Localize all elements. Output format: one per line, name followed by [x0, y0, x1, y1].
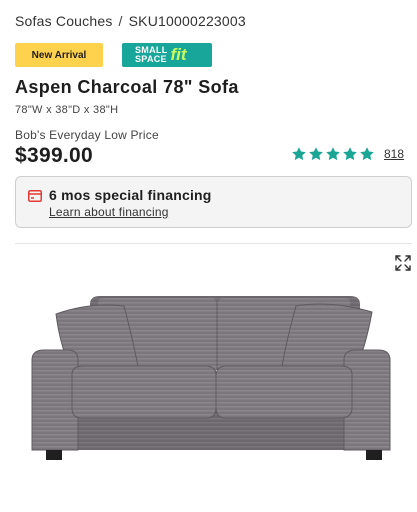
breadcrumb: Sofas Couches / SKU10000223003 [15, 13, 246, 29]
financing-banner: 6 mos special financing Learn about fina… [15, 176, 412, 228]
credit-card-icon [28, 190, 42, 202]
financing-title: 6 mos special financing [49, 187, 212, 203]
product-title: Aspen Charcoal 78" Sofa [15, 77, 239, 97]
star-rating [291, 146, 375, 162]
price-label: Bob's Everyday Low Price [15, 128, 159, 142]
small-space-words: SMALL SPACE [135, 46, 168, 64]
review-count-link[interactable]: 818 [384, 147, 404, 161]
small-space-fit-word: fit [170, 45, 187, 64]
small-space-line2: SPACE [135, 54, 167, 64]
product-dimensions: 78"W x 38"D x 38"H [15, 104, 119, 116]
badges: New Arrival SMALL SPACE fit [15, 43, 212, 67]
breadcrumb-category[interactable]: Sofas Couches [15, 13, 113, 29]
breadcrumb-separator: / [118, 13, 123, 29]
star-icon [292, 147, 306, 161]
star-icon [309, 147, 323, 161]
star-icon [326, 147, 340, 161]
learn-financing-link[interactable]: Learn about financing [49, 205, 169, 219]
star-icon [343, 147, 357, 161]
divider [15, 243, 412, 244]
product-page: Sofas Couches / SKU10000223003 New Arriv… [0, 0, 417, 512]
product-price: $399.00 [15, 144, 94, 167]
expand-icon[interactable] [394, 254, 412, 272]
small-space-fit-badge: SMALL SPACE fit [122, 43, 212, 67]
rating[interactable]: 818 [291, 146, 404, 162]
new-arrival-badge: New Arrival [15, 43, 103, 67]
star-icon [360, 147, 374, 161]
breadcrumb-sku: SKU10000223003 [128, 13, 246, 29]
sofa-image [31, 296, 391, 460]
